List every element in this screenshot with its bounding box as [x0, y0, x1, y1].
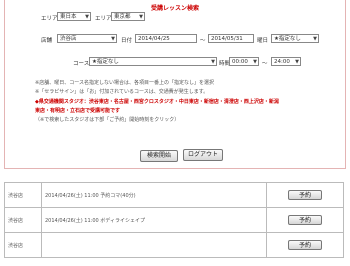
- store-select[interactable]: 渋谷店 ▼: [57, 34, 117, 43]
- date-to-input[interactable]: 2014/05/31: [208, 34, 254, 43]
- reserve-button[interactable]: 予約: [288, 240, 322, 250]
- lesson-cell: 2014/04/26(土) 11:00 ボディライシェイプ: [41, 207, 267, 233]
- note-line: （※で検索したスタジオは下部「ご予約」開始時刻をクリック）: [35, 117, 180, 123]
- time-from-value: 00:00: [232, 59, 248, 65]
- store-value: 渋谷店: [60, 36, 77, 42]
- weekday-label: 曜日: [257, 38, 269, 44]
- table-row: 渋谷店 2014/04/26(土) 11:00 ボディライシェイプ 予約: [4, 207, 344, 233]
- logout-button[interactable]: ログアウト: [183, 149, 223, 161]
- chevron-down-icon: ▼: [313, 36, 317, 42]
- search-title: 受講レッスン検索: [150, 5, 199, 12]
- chevron-down-icon: ▼: [253, 59, 257, 65]
- table-row: 渋谷店 予約: [4, 232, 344, 258]
- course-label: コース: [73, 61, 90, 67]
- note-line-highlight: ◆県交通機関スタジオ：渋谷東店・名古屋・西宮クロスタジオ・中日東店・新宿店・清澄…: [35, 99, 279, 105]
- course-select[interactable]: ★指定なし ▼: [89, 57, 217, 66]
- pref-value: 東京都: [114, 14, 131, 20]
- chevron-down-icon: ▼: [211, 59, 215, 65]
- results-table: 渋谷店 2014/04/26(土) 11:00 予約コマ(40分) 予約 渋谷店…: [4, 182, 344, 258]
- store-label: 店舗: [41, 38, 53, 44]
- lesson-cell: 2014/04/26(土) 11:00 予約コマ(40分): [41, 182, 267, 208]
- weekday-value: ★指定なし: [274, 36, 301, 42]
- time-to-select[interactable]: 24:00 ▼: [271, 57, 301, 66]
- note-line: ※「セラピサイン」は「お」付加されているコースは、交通費が発生します。: [35, 89, 209, 95]
- store-cell: 渋谷店: [4, 207, 42, 233]
- lesson-cell: [41, 232, 267, 258]
- date-label: 日付: [121, 38, 133, 44]
- note-line-highlight: 東店・有明店・立石店で受講可能です: [35, 108, 121, 114]
- store-cell: 渋谷店: [4, 232, 42, 258]
- reserve-button[interactable]: 予約: [288, 190, 322, 200]
- chevron-down-icon: ▼: [85, 14, 89, 20]
- time-to-value: 24:00: [274, 59, 290, 65]
- area-select[interactable]: 東日本 ▼: [57, 12, 91, 21]
- area-value: 東日本: [60, 14, 77, 20]
- store-cell: 渋谷店: [4, 182, 42, 208]
- pref-select[interactable]: 東京都 ▼: [111, 12, 145, 21]
- chevron-down-icon: ▼: [111, 36, 115, 42]
- table-row: 渋谷店 2014/04/26(土) 11:00 予約コマ(40分) 予約: [4, 182, 344, 208]
- chevron-down-icon: ▼: [139, 14, 143, 20]
- time-separator: 〜: [262, 61, 268, 67]
- time-from-select[interactable]: 00:00 ▼: [229, 57, 259, 66]
- weekday-select[interactable]: ★指定なし ▼: [271, 34, 319, 43]
- course-value: ★指定なし: [92, 59, 119, 65]
- search-button[interactable]: 検索開始: [140, 150, 178, 162]
- note-line: ※店舗、曜日、コース名指定しない場合は、各項目一番上の「指定なし」を選択: [35, 80, 214, 86]
- area-label: エリア: [41, 16, 58, 22]
- reserve-button[interactable]: 予約: [288, 215, 322, 225]
- chevron-down-icon: ▼: [295, 59, 299, 65]
- search-panel: 受講レッスン検索 エリア 東日本 ▼ エリア 東京都 ▼ 店舗 渋谷店 ▼ 日付…: [4, 0, 346, 169]
- pref-label: エリア: [95, 16, 112, 22]
- date-from-input[interactable]: 2014/04/25: [135, 34, 197, 43]
- date-separator: 〜: [200, 38, 206, 44]
